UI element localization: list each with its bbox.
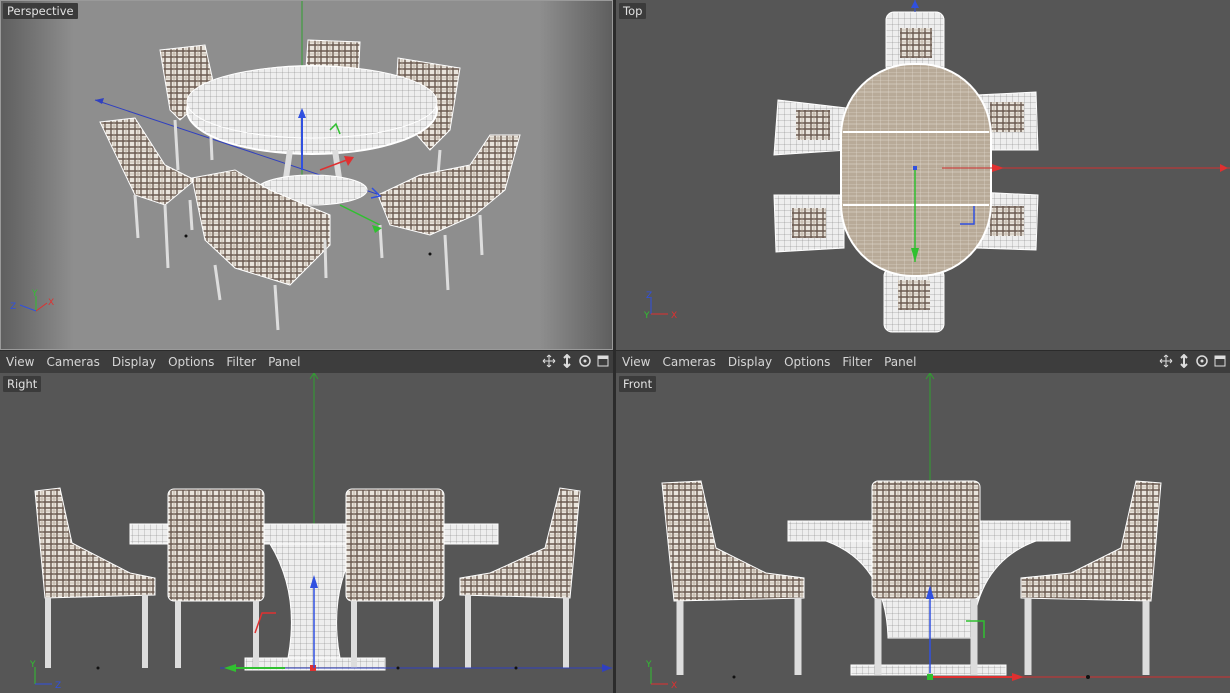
right-scene: Y Z xyxy=(0,373,613,693)
menu-filter[interactable]: Filter xyxy=(836,355,878,369)
menu-view[interactable]: View xyxy=(616,355,656,369)
menu-display[interactable]: Display xyxy=(106,355,162,369)
top-axis-y: Y xyxy=(643,311,650,321)
menu-panel[interactable]: Panel xyxy=(262,355,306,369)
menu-options[interactable]: Options xyxy=(162,355,220,369)
front-viewport[interactable]: Front Y X xyxy=(616,373,1230,693)
menu-cameras[interactable]: Cameras xyxy=(656,355,721,369)
top-axis-x: X xyxy=(671,311,677,321)
menu-panel[interactable]: Panel xyxy=(878,355,922,369)
top-chair-sw xyxy=(773,194,845,253)
right-axis-z: Z xyxy=(55,681,61,691)
top-chair-nw xyxy=(773,99,849,156)
front-axis-y: Y xyxy=(645,660,652,670)
move-view-icon[interactable] xyxy=(541,353,557,369)
top-viewport[interactable]: Top Z X Y xyxy=(616,0,1230,350)
perspective-viewport-label: Perspective xyxy=(3,3,78,19)
front-viewport-menubar: View Cameras Display Options Filter Pane… xyxy=(616,351,1230,373)
perspective-viewport[interactable]: Perspective Y X Z xyxy=(0,0,613,350)
front-scene: Y X xyxy=(616,373,1230,693)
perspective-scene: Y X Z xyxy=(0,0,613,350)
right-viewport-menubar: View Cameras Display Options Filter Pane… xyxy=(0,351,613,373)
top-axis-z: Z xyxy=(646,291,652,301)
top-chair-south xyxy=(883,267,945,333)
menu-filter[interactable]: Filter xyxy=(220,355,262,369)
front-viewport-label: Front xyxy=(619,376,657,392)
perspective-axis-y: Y xyxy=(31,289,38,299)
top-viewport-label: Top xyxy=(619,3,647,19)
move-view-icon[interactable] xyxy=(1158,353,1174,369)
rotate-view-icon[interactable] xyxy=(1194,353,1210,369)
dolly-view-icon[interactable] xyxy=(559,353,575,369)
rotate-view-icon[interactable] xyxy=(577,353,593,369)
perspective-axis-x: X xyxy=(48,298,54,308)
right-viewport-label: Right xyxy=(3,376,42,392)
right-viewport[interactable]: Right Y Z xyxy=(0,373,613,693)
right-axis-y: Y xyxy=(29,660,36,670)
maximize-view-icon[interactable] xyxy=(595,353,611,369)
maximize-view-icon[interactable] xyxy=(1212,353,1228,369)
menu-options[interactable]: Options xyxy=(778,355,836,369)
menu-view[interactable]: View xyxy=(0,355,40,369)
menu-display[interactable]: Display xyxy=(722,355,778,369)
dolly-view-icon[interactable] xyxy=(1176,353,1192,369)
perspective-axis-z: Z xyxy=(10,302,16,312)
menu-cameras[interactable]: Cameras xyxy=(40,355,105,369)
front-axis-x: X xyxy=(671,681,677,691)
top-scene: Z X Y xyxy=(616,0,1230,350)
